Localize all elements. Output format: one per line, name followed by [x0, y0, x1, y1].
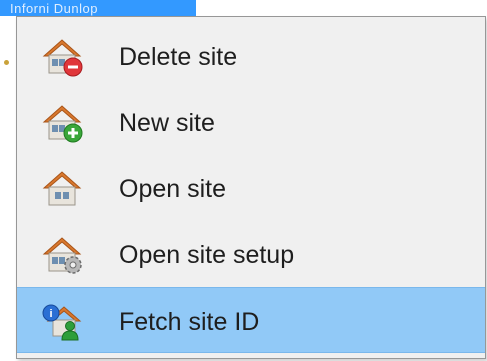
menu-item-delete-site[interactable]: Delete site — [17, 23, 485, 89]
menu-item-label: New site — [119, 109, 215, 137]
house-add-icon — [40, 101, 84, 143]
menu-item-label: Fetch site ID — [119, 308, 260, 336]
context-menu: Delete site New site Open site Open site… — [16, 16, 486, 359]
menu-item-label: Open site — [119, 175, 227, 203]
menu-item-open-site[interactable]: Open site — [17, 155, 485, 221]
house-id-user-icon: i — [40, 300, 84, 342]
underlying-selected-item: Inforni Dunlop — [0, 0, 196, 16]
house-icon — [40, 167, 84, 209]
underlying-item-text: Inforni Dunlop — [10, 1, 98, 16]
menu-item-label: Open site setup — [119, 241, 295, 269]
underlying-tree-icon — [4, 60, 9, 65]
menu-item-label: Delete site — [119, 43, 238, 71]
menu-item-new-site[interactable]: New site — [17, 89, 485, 155]
menu-item-fetch-site-id[interactable]: i Fetch site ID — [17, 287, 485, 353]
house-delete-icon — [40, 35, 84, 77]
svg-text:i: i — [49, 308, 52, 320]
house-settings-icon — [40, 233, 84, 275]
menu-item-open-site-setup[interactable]: Open site setup — [17, 221, 485, 287]
screen: Inforni Dunlop Delete site New site Open… — [0, 0, 487, 361]
